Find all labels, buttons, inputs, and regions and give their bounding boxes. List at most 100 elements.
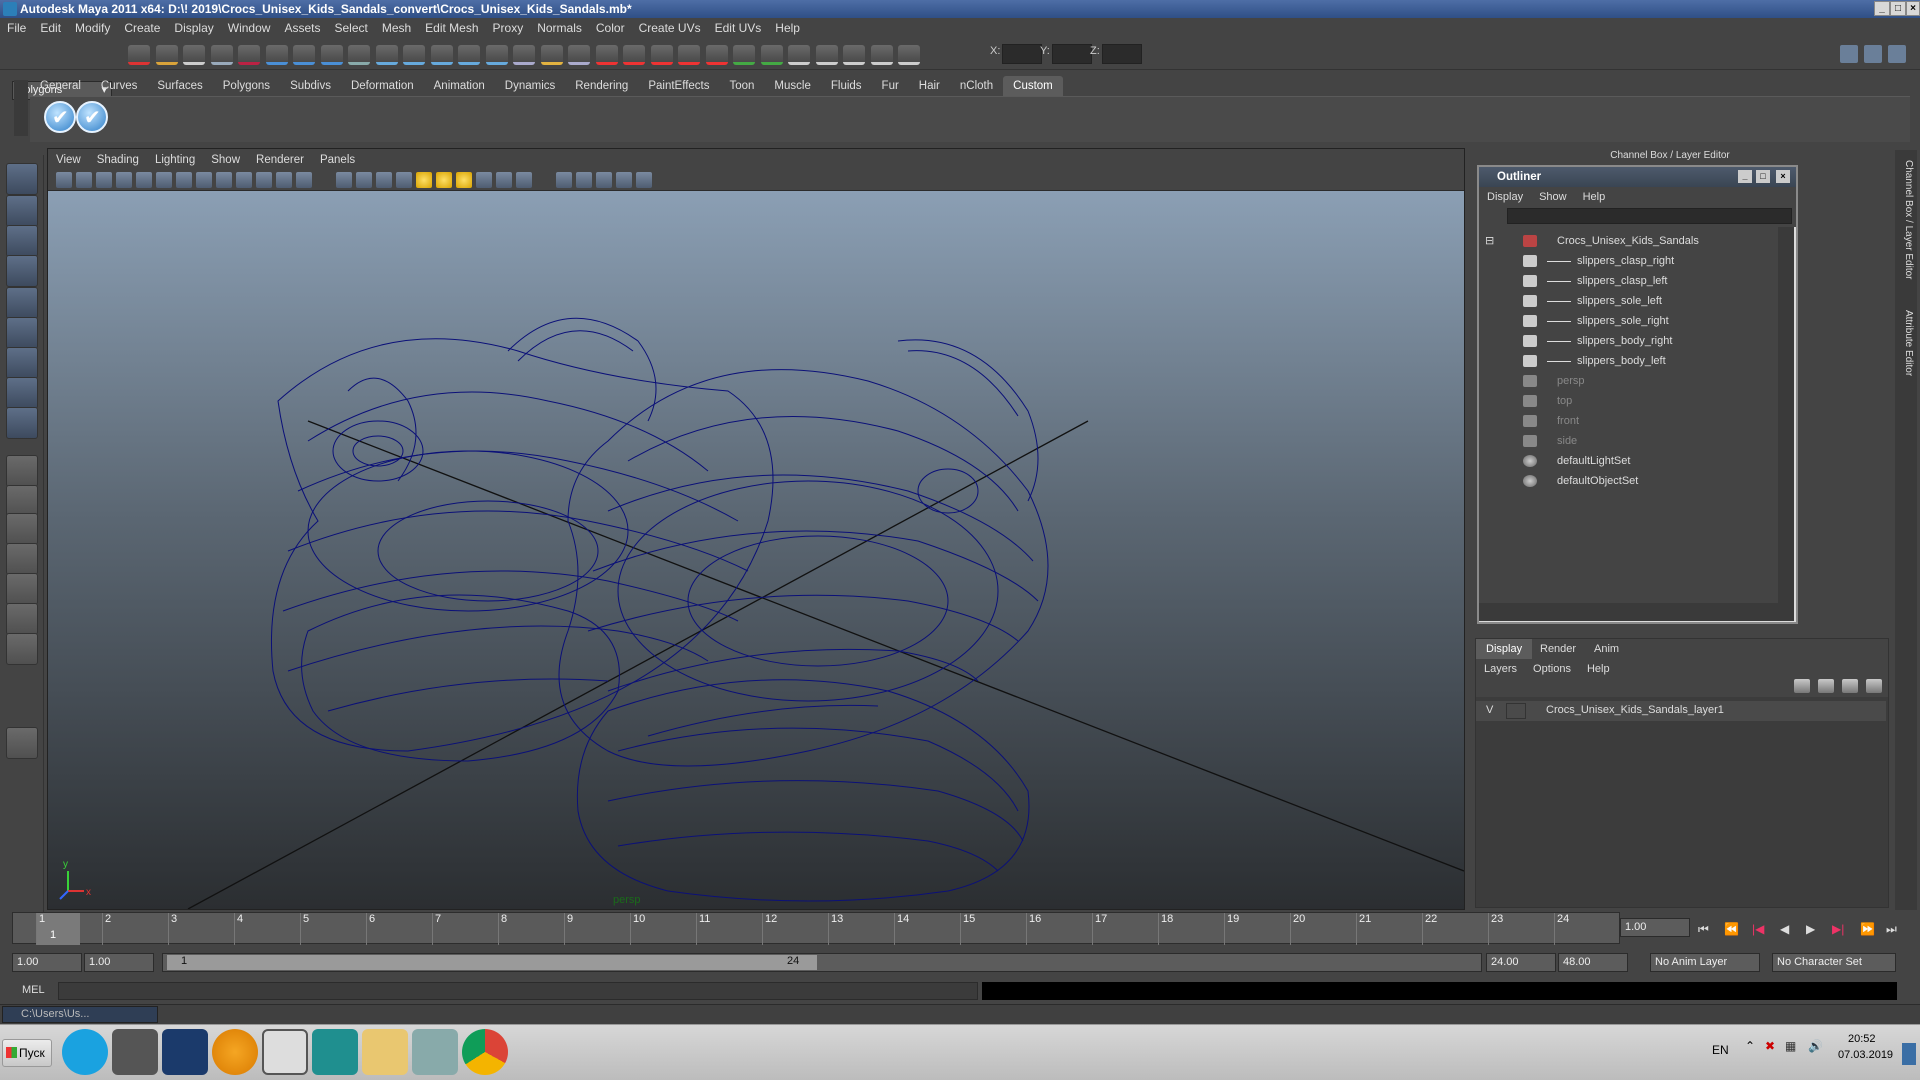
layer-tab-anim[interactable]: Anim — [1584, 639, 1629, 659]
layer-tab-render[interactable]: Render — [1530, 639, 1586, 659]
move-down-icon[interactable] — [1866, 679, 1882, 693]
go-to-end-icon[interactable]: ⏭ — [1886, 922, 1897, 937]
viewport-tool-icon[interactable] — [636, 172, 652, 188]
graph-layout-icon[interactable] — [6, 573, 38, 605]
shelf-tab-custom[interactable]: Custom — [1003, 76, 1063, 96]
blender-icon[interactable] — [212, 1029, 258, 1075]
status-tool-icon[interactable] — [155, 45, 178, 65]
step-back-key-icon[interactable]: ⏪ — [1724, 922, 1739, 936]
outliner-item-defaultlightset[interactable]: defaultLightSet — [1479, 451, 1778, 471]
status-tool-icon[interactable] — [513, 45, 535, 65]
viewport-tool-icon[interactable] — [296, 172, 312, 188]
select-tool-icon[interactable] — [6, 163, 38, 195]
outliner-minimize-button[interactable]: _ — [1738, 170, 1752, 183]
status-tool-icon[interactable] — [375, 45, 398, 65]
status-tool-icon[interactable] — [183, 45, 205, 65]
layer-visibility-toggle[interactable]: V — [1486, 704, 1493, 716]
shelf-tab-fluids[interactable]: Fluids — [821, 76, 872, 96]
outliner-menu-show[interactable]: Show — [1539, 191, 1567, 203]
viewport-menu-renderer[interactable]: Renderer — [256, 154, 304, 166]
new-layer-selected-icon[interactable] — [1818, 679, 1834, 693]
menu-color[interactable]: Color — [596, 21, 625, 35]
viewport-tool-icon[interactable] — [496, 172, 512, 188]
rotate-tool-icon[interactable] — [6, 287, 38, 319]
menu-proxy[interactable]: Proxy — [493, 21, 524, 35]
shelf-tab-animation[interactable]: Animation — [424, 76, 495, 96]
outliner-item-side[interactable]: side — [1479, 431, 1778, 451]
status-tool-icon[interactable] — [788, 45, 810, 65]
range-slider-track[interactable]: 1 24 — [162, 953, 1482, 972]
shelf-check-icon-1[interactable] — [44, 101, 76, 133]
layer-tab-display[interactable]: Display — [1476, 639, 1533, 659]
show-desktop-button[interactable] — [1902, 1043, 1916, 1065]
skype-icon[interactable] — [62, 1029, 108, 1075]
tray-icon-1[interactable]: ✖ — [1765, 1039, 1775, 1053]
viewport-tool-icon[interactable] — [356, 172, 372, 188]
menu-assets[interactable]: Assets — [284, 21, 320, 35]
viewport-tool-icon[interactable] — [516, 172, 532, 188]
status-tool-icon[interactable] — [238, 45, 260, 65]
viewport-tool-icon[interactable] — [616, 172, 632, 188]
outliner-item-slippers-body-right[interactable]: slippers_body_right — [1479, 331, 1778, 351]
shelf-tab-ncloth[interactable]: nCloth — [950, 76, 1003, 96]
viewport-tool-icon[interactable] — [236, 172, 252, 188]
play-backwards-icon[interactable]: ◀ — [1780, 922, 1789, 936]
status-tool-icon[interactable] — [650, 45, 673, 65]
viewport-tool-icon[interactable] — [436, 172, 452, 188]
step-back-frame-icon[interactable]: |◀ — [1752, 922, 1764, 936]
last-tool-icon[interactable] — [6, 455, 38, 487]
viewport-tool-icon[interactable] — [116, 172, 132, 188]
outliner-window[interactable]: Outliner _ □ × Display Show Help ⊟ Crocs_Un… — [1477, 165, 1798, 624]
four-view-layout-icon[interactable] — [6, 513, 38, 545]
viewport-panel[interactable]: View Shading Lighting Show Renderer Panels — [47, 148, 1465, 910]
step-forward-key-icon[interactable]: ⏩ — [1860, 922, 1875, 936]
menu-select[interactable]: Select — [334, 21, 367, 35]
photoshop-icon[interactable] — [162, 1029, 208, 1075]
menu-mesh[interactable]: Mesh — [382, 21, 411, 35]
expand-collapse-icon[interactable]: ⊟ — [1485, 231, 1494, 251]
playback-end-field[interactable]: 24.00 — [1486, 953, 1556, 972]
outliner-layout-icon[interactable] — [6, 543, 38, 575]
menu-help[interactable]: Help — [775, 21, 800, 35]
outliner-item-front[interactable]: front — [1479, 411, 1778, 431]
viewport-tool-icon[interactable] — [576, 172, 592, 188]
new-layer-icon[interactable] — [1794, 679, 1810, 693]
close-button[interactable]: × — [1906, 1, 1920, 16]
app-icon-1[interactable] — [112, 1029, 158, 1075]
network-icon[interactable]: ▦ — [1785, 1039, 1796, 1053]
move-tool-icon[interactable] — [6, 255, 38, 287]
minimized-window[interactable]: C:\Users\Us... — [2, 1006, 158, 1023]
menu-edit[interactable]: Edit — [40, 21, 61, 35]
maximize-button[interactable]: □ — [1890, 1, 1906, 16]
menu-edit-uvs[interactable]: Edit UVs — [715, 21, 762, 35]
shelf-tab-curves[interactable]: Curves — [91, 76, 147, 96]
viewport-tool-icon[interactable] — [416, 172, 432, 188]
layer-menu-options[interactable]: Options — [1533, 663, 1571, 675]
mel-input[interactable] — [58, 982, 978, 1000]
move-up-icon[interactable] — [1842, 679, 1858, 693]
viewport-tool-icon[interactable] — [56, 172, 72, 188]
viewport-tool-icon[interactable] — [196, 172, 212, 188]
lasso-tool-icon[interactable] — [6, 195, 38, 227]
language-indicator[interactable]: EN — [1712, 1043, 1729, 1057]
viewport-tool-icon[interactable] — [476, 172, 492, 188]
chrome-icon[interactable] — [462, 1029, 508, 1075]
viewport-tool-icon[interactable] — [156, 172, 172, 188]
anim-layer-dropdown[interactable]: No Anim Layer — [1650, 953, 1760, 972]
shelf-tab-surfaces[interactable]: Surfaces — [147, 76, 212, 96]
manipulator-tool-icon[interactable] — [6, 347, 38, 379]
status-tool-icon[interactable] — [293, 45, 315, 65]
menu-file[interactable]: File — [7, 21, 26, 35]
viewport-tool-icon[interactable] — [376, 172, 392, 188]
shelf-tab-general[interactable]: General — [30, 76, 91, 96]
time-slider[interactable]: 1 1 2 3 4 5 6 7 8 9 10 11 12 13 14 15 16 17 18 19 20 21 22 23 2… — [12, 912, 1620, 945]
go-to-start-icon[interactable]: ⏮ — [1698, 922, 1709, 937]
volume-icon[interactable]: 🔊 — [1808, 1039, 1823, 1053]
menu-window[interactable]: Window — [228, 21, 271, 35]
status-tool-icon[interactable] — [870, 45, 893, 65]
status-tool-icon[interactable] — [458, 45, 480, 65]
end-time-field[interactable]: 48.00 — [1558, 953, 1628, 972]
character-set-dropdown[interactable]: No Character Set — [1772, 953, 1896, 972]
status-tool-icon[interactable] — [540, 45, 563, 65]
shelf-tab-deformation[interactable]: Deformation — [341, 76, 424, 96]
